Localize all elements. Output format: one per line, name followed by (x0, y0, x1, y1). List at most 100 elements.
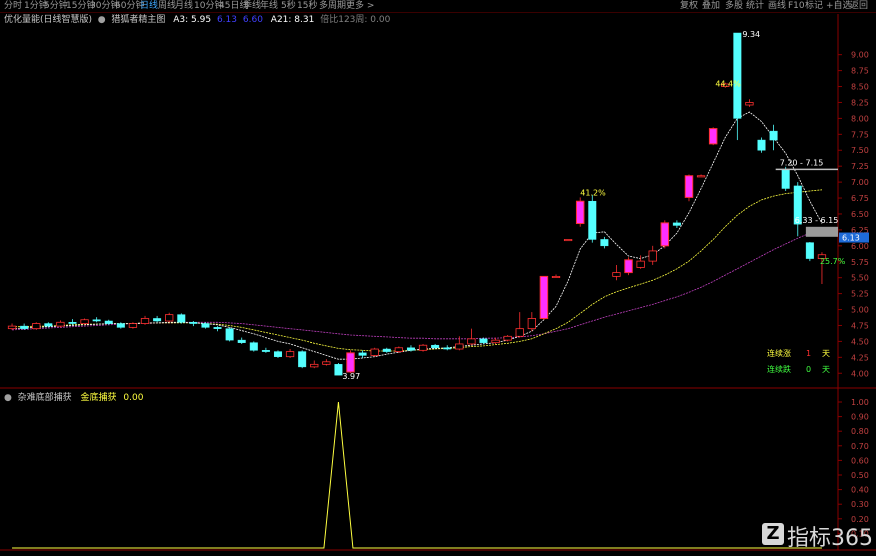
candle-body-down (153, 318, 162, 322)
stat-down-unit: 天 (822, 365, 830, 374)
y-tick-label: 5.00 (851, 306, 869, 315)
sub-y-tick-label: 0.60 (851, 456, 869, 465)
y-tick-label: 4.50 (851, 337, 869, 346)
candle-body-down (92, 319, 101, 322)
candle-body-down (116, 323, 125, 328)
stat-up-label: 连续涨 (767, 348, 791, 358)
low-label: 3.97 (342, 372, 360, 381)
ma-line-white (11, 111, 823, 360)
peak-label: 9.34 (742, 30, 760, 39)
range-label-1: 7.20 - 7.15 (780, 158, 824, 167)
candle-body-up (503, 335, 512, 341)
y-tick-label: 7.50 (851, 146, 869, 155)
candle-body-down (600, 239, 609, 247)
y-tick-label: 4.00 (851, 369, 869, 378)
candle-body-up (80, 319, 89, 324)
candle-body-up (551, 276, 561, 279)
candle-body-up (491, 339, 500, 344)
candle-body-down (104, 320, 113, 324)
candle-body-down (382, 348, 391, 352)
candle-body-down (177, 314, 186, 323)
y-tick-label: 8.75 (851, 67, 869, 76)
ma-line-purple (11, 227, 823, 340)
candle-body-down (479, 338, 488, 343)
candle-body-down (261, 350, 270, 352)
sub-series-line (12, 401, 822, 549)
candle-body-down (805, 242, 814, 259)
y-tick-label: 6.50 (851, 210, 869, 219)
y-tick-label: 6.00 (851, 242, 869, 251)
candle-body-up (455, 343, 464, 350)
candle-body-down (20, 325, 29, 329)
candle-body-up (32, 323, 41, 330)
sub-y-tick-label: 0.40 (851, 486, 869, 495)
candle-body-up (370, 348, 379, 356)
y-tick-label: 4.25 (851, 353, 869, 362)
range-band-2 (805, 226, 838, 237)
candle-body-down (44, 323, 53, 327)
range-label-2: 6.33 - 6.15 (795, 216, 839, 225)
candle-body-up (684, 175, 694, 198)
candle-body-down (225, 328, 234, 341)
candle-body-down (358, 352, 367, 356)
candle-body-up (636, 260, 645, 268)
candle-body-up (575, 200, 585, 225)
candle-body-down (249, 342, 258, 351)
candle-body-up (467, 338, 476, 345)
candle-body-down (213, 327, 222, 329)
candle-body-down (406, 347, 415, 351)
candle-body-down (189, 322, 198, 324)
candle-body-up (527, 318, 536, 330)
candle-body-up (140, 318, 150, 324)
candle-body-up (322, 361, 331, 365)
y-tick-label: 9.00 (851, 51, 869, 60)
candle-body-up (696, 175, 706, 178)
y-tick-label: 8.50 (851, 83, 869, 92)
y-tick-label: 7.75 (851, 130, 869, 139)
price-tag-label: 6.13 (842, 234, 860, 243)
stat-down-label: 连续跌 (767, 364, 791, 374)
y-tick-label: 7.25 (851, 162, 869, 171)
candle-body-up (128, 323, 138, 328)
candle-body-down (237, 339, 246, 343)
y-tick-label: 8.25 (851, 98, 869, 107)
candle-body-down (298, 351, 307, 368)
candle-body-up (660, 222, 670, 247)
candle-body-up (165, 314, 174, 322)
candle-body-down (431, 344, 440, 349)
candle-body-down (443, 347, 452, 350)
candle-body-up (539, 275, 549, 319)
z-logo-icon: Z (762, 523, 784, 545)
sub-y-tick-label: 0.90 (851, 413, 869, 422)
y-tick-label: 8.00 (851, 114, 869, 123)
sub-y-tick-label: 0.30 (851, 500, 869, 509)
candle-body-down (672, 222, 681, 226)
sub-y-tick-label: 0.50 (851, 471, 869, 480)
candle-body-up (7, 325, 17, 330)
y-tick-label: 5.25 (851, 290, 869, 299)
kline-chart[interactable]: 9.00 8.75 8.50 8.25 8.00 7.75 7.50 7.25 7.00 6.75… (0, 0, 876, 556)
mid-pct-label: 41.2% (580, 188, 606, 197)
candle-body-up (648, 250, 657, 262)
stat-up-value: 1 (806, 349, 811, 358)
sub-y-tick-label: 1.00 (851, 398, 869, 407)
sub-y-tick-label: 0.70 (851, 442, 869, 451)
candle-body-up (346, 352, 355, 373)
watermark-text: 指标365 (787, 526, 873, 551)
candle-body-down (757, 139, 766, 151)
candle-body-up (394, 347, 404, 352)
candle-body-down (334, 364, 343, 376)
candle-body-up (285, 351, 295, 358)
candle-body-down (733, 32, 742, 119)
y-tick-label: 5.50 (851, 274, 869, 283)
candle-body-down (588, 200, 597, 240)
y-tick-label: 6.75 (851, 194, 869, 203)
candle-body-down (68, 322, 77, 324)
candle-body-down (769, 130, 778, 141)
y-tick-label: 4.75 (851, 321, 869, 330)
watermark-logo: Z 指标365 (762, 520, 873, 551)
candle-body-up (624, 259, 633, 274)
candle-body-up (745, 102, 754, 106)
candle-body-up (708, 128, 718, 145)
candle-body-up (563, 239, 573, 242)
